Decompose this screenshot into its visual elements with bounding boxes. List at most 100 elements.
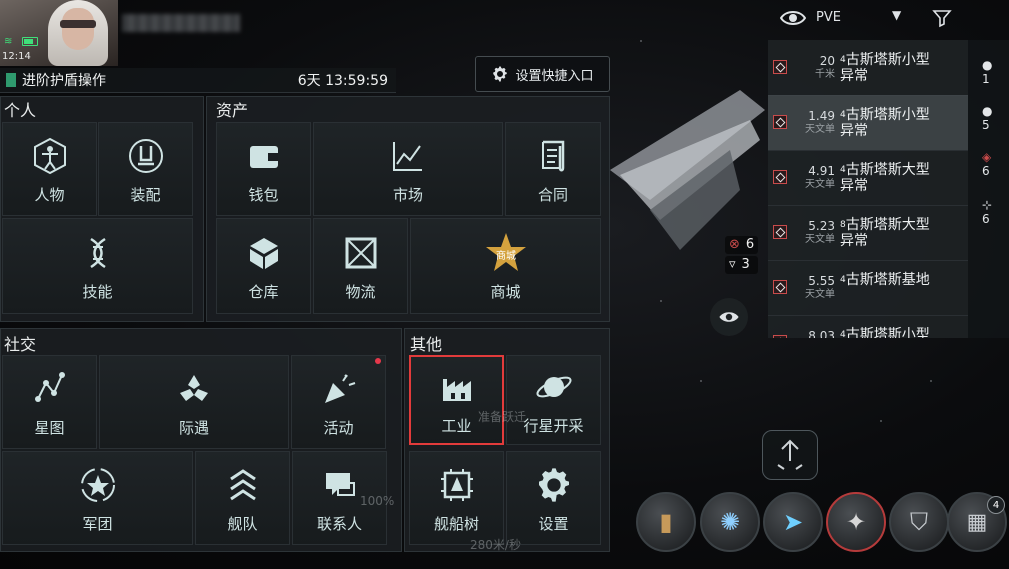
overview-name: 4古斯塔斯大型 异常 <box>840 162 930 194</box>
tile-label: 军团 <box>82 514 113 533</box>
target-bracket-icon <box>773 170 787 184</box>
module-slot-3[interactable]: ➤ <box>763 492 823 552</box>
electric-icon: ✺ <box>719 508 741 536</box>
tile-ship-tree[interactable]: 舰船树 <box>409 451 504 545</box>
tile-logistics[interactable]: 物流 <box>313 218 408 314</box>
avatar-glasses <box>60 20 96 28</box>
side-count-3[interactable]: ◈ 6 <box>982 150 991 178</box>
tile-fleet[interactable]: 舰队 <box>195 451 290 545</box>
tile-character[interactable]: 人物 <box>2 122 97 216</box>
crate-icon <box>345 237 376 268</box>
tile-label: 联系人 <box>316 514 362 533</box>
eye-icon[interactable] <box>780 8 806 28</box>
mission-bar[interactable]: 进阶护盾操作 6天 13:59:59 <box>0 68 396 93</box>
tile-label: 人物 <box>34 185 65 204</box>
tile-label: 技能 <box>82 282 113 301</box>
tile-industry[interactable]: 工业 <box>409 355 504 445</box>
overview-filter-mode[interactable]: PVE <box>816 10 841 25</box>
tile-encounter[interactable]: 际遇 <box>99 355 289 449</box>
encounter-icon <box>180 374 208 401</box>
wallet-icon <box>249 145 278 168</box>
module-slot-5[interactable]: ⛉ <box>889 492 949 552</box>
side-count-2[interactable]: ● 5 <box>982 104 992 132</box>
tile-planetary[interactable]: 行星开采 <box>506 355 601 445</box>
module-slot-4[interactable]: ✦ <box>826 492 886 552</box>
tile-market[interactable]: 市场 <box>313 122 503 216</box>
ball-icon: ● <box>982 58 993 72</box>
target-bracket-icon <box>773 335 787 338</box>
section-title-assets: 资产 <box>216 101 249 120</box>
star <box>880 420 882 422</box>
tile-label: 装配 <box>130 185 161 204</box>
cartridge-icon: ▮ <box>659 508 673 536</box>
status-time: 12:14 <box>2 51 31 62</box>
view-toggle-button[interactable] <box>710 298 748 336</box>
tile-label: 仓库 <box>248 282 279 301</box>
tile-fitting[interactable]: 装配 <box>98 122 193 216</box>
drone-icon: ⊹ <box>982 198 993 212</box>
star <box>640 40 642 42</box>
tile-starmap[interactable]: 星图 <box>2 355 97 449</box>
speed-ghost: 280米/秒 <box>470 538 521 552</box>
gear-icon <box>538 467 569 502</box>
dna-icon <box>89 237 106 268</box>
filter-icon[interactable] <box>932 8 952 28</box>
overview-name: 4古斯塔斯小型 <box>840 327 930 338</box>
tile-store[interactable]: 商城 商城 <box>410 218 601 314</box>
chat-icon <box>325 472 355 496</box>
warp-button[interactable] <box>762 430 818 480</box>
store-star-icon: 商城 <box>485 232 526 271</box>
ball-icon: ● <box>982 104 993 118</box>
tile-label: 钱包 <box>248 185 279 204</box>
side-count-4[interactable]: ⊹ 6 <box>982 198 992 226</box>
module-slot-1[interactable]: ▮ <box>636 492 696 552</box>
overview-row[interactable]: 4.91 天文单 4古斯塔斯大型 异常 <box>768 150 968 206</box>
overview-row[interactable]: 5.55 天文单 4古斯塔斯基地 <box>768 260 968 316</box>
star <box>930 380 932 382</box>
overview-row[interactable]: 1.49 天文单 4古斯塔斯小型 异常 <box>768 95 968 151</box>
gear-icon <box>493 66 508 82</box>
mission-marker-icon <box>6 73 16 87</box>
tile-contracts[interactable]: 合同 <box>505 122 601 216</box>
target-bracket-icon <box>773 225 787 239</box>
avatar[interactable]: ≋ 12:14 <box>0 0 118 66</box>
overview-distance: 1.49 天文单 <box>805 109 835 136</box>
tile-settings[interactable]: 设置 <box>506 451 601 545</box>
side-count-1[interactable]: ● 1 <box>982 58 992 86</box>
overview-row[interactable]: 8.03 4古斯塔斯小型 <box>768 315 968 338</box>
planet-icon <box>535 376 572 397</box>
tile-label: 商城 <box>490 282 521 301</box>
module-slot-2[interactable]: ✺ <box>700 492 760 552</box>
overview-row[interactable]: 5.23 天文单 8古斯塔斯大型 异常 <box>768 205 968 261</box>
overview-distance: 5.23 天文单 <box>805 219 835 246</box>
hostile-icon: ◈ <box>982 150 992 164</box>
tile-activity[interactable]: 活动 <box>291 355 386 449</box>
overview-distance: 20 千米 <box>815 54 835 81</box>
overview-distance: 5.55 天文单 <box>805 274 835 301</box>
tile-skills[interactable]: 技能 <box>2 218 193 314</box>
overview-name: 4古斯塔斯小型 异常 <box>840 107 930 139</box>
mission-timer: 6天 13:59:59 <box>297 73 388 89</box>
shortcut-settings-button[interactable]: 设置快捷入口 <box>475 56 610 92</box>
overview-list[interactable]: 20 千米 4古斯塔斯小型 异常 1.49 天文单 4古斯塔斯小型 异常 4.91 天文单 4古斯塔… <box>768 40 968 338</box>
tile-label: 设置 <box>538 514 569 533</box>
percent-ghost: 100% <box>360 494 395 508</box>
notification-dot <box>375 358 381 364</box>
ship-tree-icon <box>440 468 473 501</box>
tile-corporation[interactable]: 军团 <box>2 451 193 545</box>
overview-name: 8古斯塔斯大型 异常 <box>840 217 930 249</box>
overview-row[interactable]: 20 千米 4古斯塔斯小型 异常 <box>768 40 968 96</box>
tile-label: 活动 <box>323 418 354 437</box>
star <box>700 380 702 382</box>
chevron-down-icon[interactable]: ▼ <box>892 8 901 22</box>
target-bracket-icon <box>773 280 787 294</box>
tile-warehouse[interactable]: 仓库 <box>216 218 311 314</box>
scroll-icon <box>542 140 565 171</box>
overview-distance: 4.91 天文单 <box>805 164 835 191</box>
constellation-icon <box>34 371 65 402</box>
warp-icon <box>777 439 803 470</box>
tile-wallet[interactable]: 钱包 <box>216 122 311 216</box>
overview-name: 4古斯塔斯小型 异常 <box>840 52 930 84</box>
star <box>660 300 662 302</box>
party-icon <box>324 373 355 403</box>
